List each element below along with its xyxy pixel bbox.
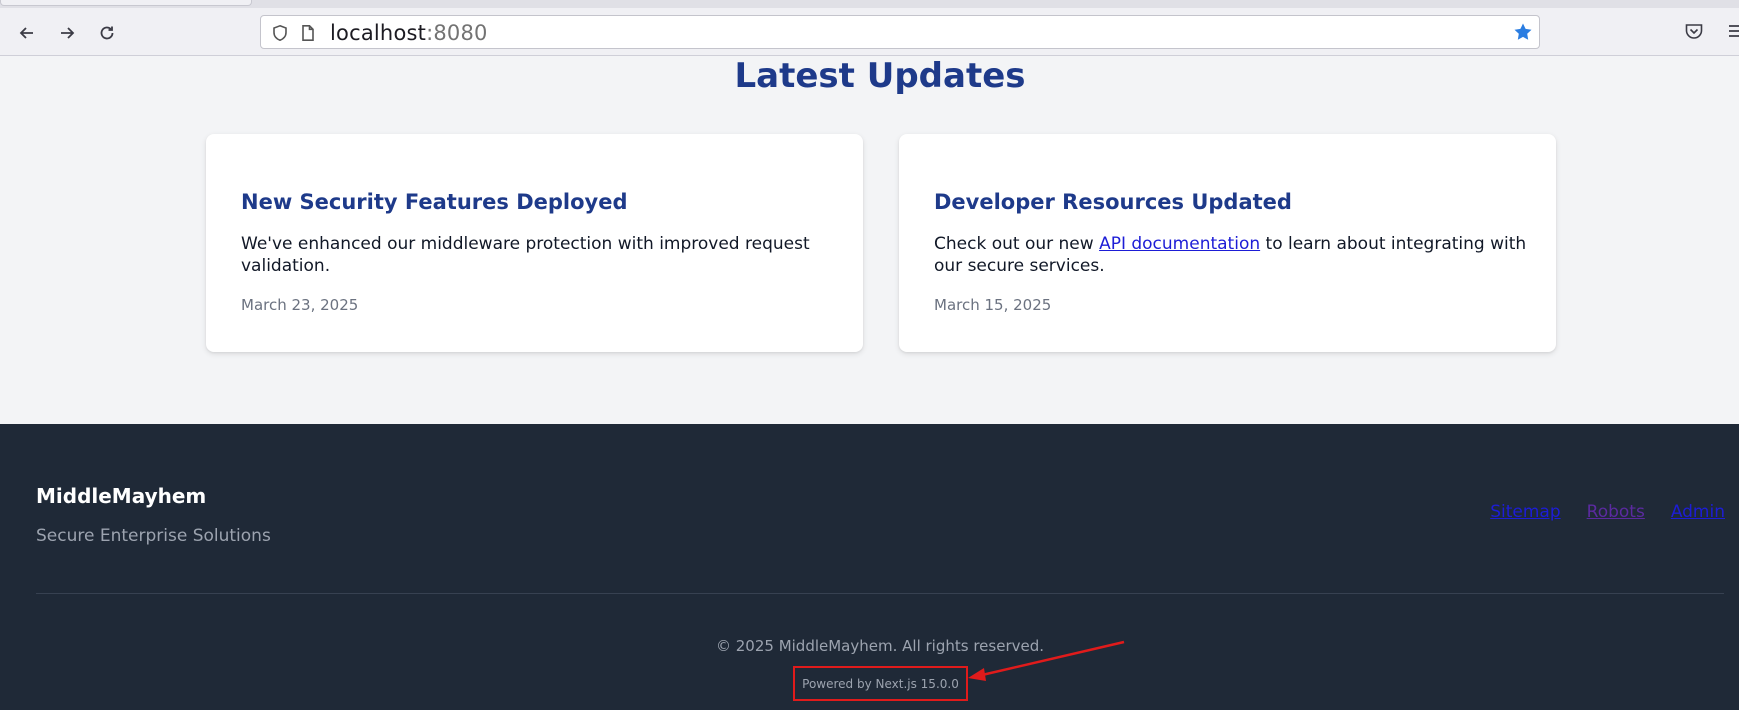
page-icon[interactable] [299, 24, 317, 42]
tab-strip [0, 0, 1739, 8]
url-host: localhost [330, 21, 427, 45]
section-title: Latest Updates [734, 56, 1026, 96]
reload-button[interactable] [94, 20, 120, 46]
highlight-box: Powered by Next.js 15.0.0 [793, 666, 968, 701]
admin-link[interactable]: Admin [1671, 502, 1725, 522]
back-icon [19, 27, 33, 39]
copyright-text: © 2025 MiddleMayhem. All rights reserved… [715, 637, 1044, 655]
card-title: Developer Resources Updated [934, 190, 1292, 214]
annotation-arrow [968, 640, 1125, 681]
forward-button[interactable] [54, 20, 80, 46]
browser-toolbar: localhost:8080 [0, 0, 1739, 56]
robots-link[interactable]: Robots [1587, 502, 1645, 522]
card-title: New Security Features Deployed [241, 190, 628, 214]
footer-divider [36, 593, 1724, 594]
footer-links: Sitemap Robots Admin [1490, 502, 1725, 522]
shield-icon[interactable] [271, 24, 289, 42]
forward-icon [61, 27, 75, 39]
latest-updates-section: Latest Updates New Security Features Dep… [0, 56, 1739, 424]
menu-icon[interactable] [1726, 20, 1739, 42]
footer-tagline: Secure Enterprise Solutions [36, 526, 271, 546]
url-port: :8080 [426, 21, 488, 45]
reload-icon [100, 26, 114, 40]
api-documentation-link[interactable]: API documentation [1099, 234, 1260, 254]
pocket-icon[interactable] [1683, 20, 1705, 42]
update-card: Developer Resources Updated Check out ou… [899, 134, 1556, 352]
card-date: March 23, 2025 [241, 296, 359, 314]
url-text[interactable]: localhost:8080 [330, 21, 488, 45]
sitemap-link[interactable]: Sitemap [1490, 502, 1560, 522]
card-body: Check out our new API documentation to l… [934, 233, 1534, 277]
site-footer: MiddleMayhem Secure Enterprise Solutions… [0, 424, 1739, 710]
footer-brand: MiddleMayhem [36, 484, 207, 508]
url-bar[interactable]: localhost:8080 [260, 15, 1540, 49]
card-body-text: Check out our new [934, 234, 1100, 254]
back-button[interactable] [14, 20, 40, 46]
card-date: March 15, 2025 [934, 296, 1052, 314]
update-card: New Security Features Deployed We've enh… [206, 134, 863, 352]
browser-tab[interactable] [0, 0, 252, 6]
bookmark-star-icon[interactable] [1513, 22, 1533, 42]
card-body: We've enhanced our middleware protection… [241, 234, 810, 276]
powered-by-text: Powered by Next.js 15.0.0 [802, 676, 959, 691]
